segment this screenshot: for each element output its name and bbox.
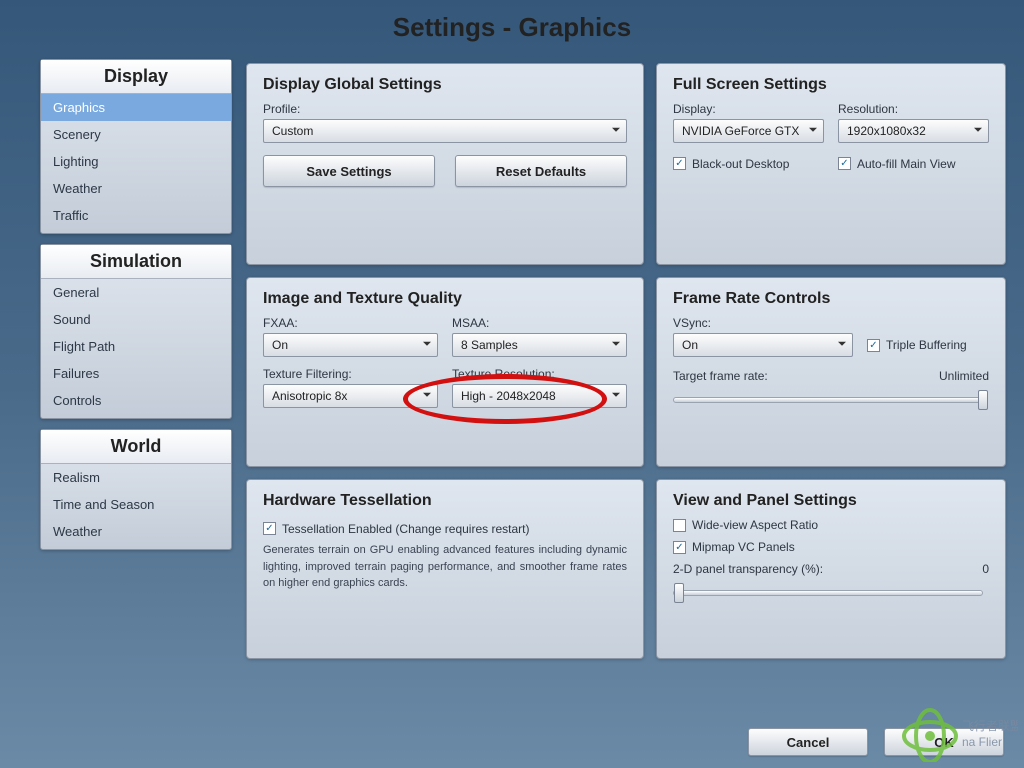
slider-thumb[interactable] [674,583,684,603]
checkmark-icon: ✓ [838,157,851,170]
autofill-label: Auto-fill Main View [857,157,955,171]
panel-title-image-quality: Image and Texture Quality [263,290,627,308]
msaa-value: 8 Samples [461,338,518,352]
dialog-footer: Cancel OK [748,728,1004,756]
texres-value: High - 2048x2048 [461,389,556,403]
texfilter-value: Anisotropic 8x [272,389,347,403]
sidebar-header-simulation: Simulation [41,245,231,279]
vsync-label: VSync: [673,316,989,330]
fxaa-select[interactable]: On [263,333,438,357]
target-framerate-label: Target frame rate: [673,369,768,383]
cancel-button[interactable]: Cancel [748,728,868,756]
texfilter-select[interactable]: Anisotropic 8x [263,384,438,408]
panel-title-global: Display Global Settings [263,76,627,94]
texfilter-label: Texture Filtering: [263,367,438,381]
panel-tessellation: Hardware Tessellation ✓ Tessellation Ena… [246,479,644,659]
sidebar-item-flight-path[interactable]: Flight Path [41,333,231,360]
panel-fullscreen: Full Screen Settings Display: NVIDIA GeF… [656,63,1006,265]
sidebar-item-lighting[interactable]: Lighting [41,148,231,175]
checkmark-icon: ✓ [673,541,686,554]
sidebar-item-realism[interactable]: Realism [41,464,231,491]
slider-track [673,590,983,596]
sidebar-item-weather[interactable]: Weather [41,175,231,202]
vsync-select[interactable]: On [673,333,853,357]
tessellation-label: Tessellation Enabled (Change requires re… [282,522,529,536]
panel-title-tessellation: Hardware Tessellation [263,492,627,510]
triple-label: Triple Buffering [886,338,967,352]
checkmark-icon: ✓ [867,339,880,352]
tessellation-description: Generates terrain on GPU enabling advanc… [263,542,627,592]
checkmark-icon: ✓ [263,522,276,535]
panel-title-fullscreen: Full Screen Settings [673,76,989,94]
transparency-slider[interactable] [673,584,989,602]
sidebar-item-failures[interactable]: Failures [41,360,231,387]
msaa-select[interactable]: 8 Samples [452,333,627,357]
sidebar-item-scenery[interactable]: Scenery [41,121,231,148]
panel-framerate: Frame Rate Controls VSync: On ✓ Triple B… [656,277,1006,467]
profile-value: Custom [272,124,313,138]
sidebar-item-traffic[interactable]: Traffic [41,202,231,233]
texres-label: Texture Resolution: [452,367,627,381]
wide-view-label: Wide-view Aspect Ratio [692,518,818,532]
fxaa-label: FXAA: [263,316,438,330]
settings-sidebar: Display Graphics Scenery Lighting Weathe… [40,59,232,659]
slider-thumb[interactable] [978,390,988,410]
transparency-value: 0 [982,562,989,576]
mipmap-checkbox[interactable]: ✓ Mipmap VC Panels [673,540,989,554]
sidebar-header-world: World [41,430,231,464]
triple-buffering-checkbox[interactable]: ✓ Triple Buffering [867,338,967,352]
sidebar-item-weather-world[interactable]: Weather [41,518,231,549]
sidebar-header-display: Display [41,60,231,94]
sidebar-item-sound[interactable]: Sound [41,306,231,333]
autofill-checkbox[interactable]: ✓ Auto-fill Main View [838,157,955,171]
reset-defaults-button[interactable]: Reset Defaults [455,155,627,187]
fxaa-value: On [272,338,288,352]
panel-display-global: Display Global Settings Profile: Custom … [246,63,644,265]
profile-label: Profile: [263,102,627,116]
transparency-label: 2-D panel transparency (%): [673,562,823,576]
blackout-label: Black-out Desktop [692,157,789,171]
checkbox-empty-icon [673,519,686,532]
wide-view-checkbox[interactable]: Wide-view Aspect Ratio [673,518,989,532]
mipmap-label: Mipmap VC Panels [692,540,795,554]
resolution-value: 1920x1080x32 [847,124,926,138]
slider-track [673,397,983,403]
save-settings-button[interactable]: Save Settings [263,155,435,187]
sidebar-item-general[interactable]: General [41,279,231,306]
sidebar-item-time-season[interactable]: Time and Season [41,491,231,518]
panel-view-settings: View and Panel Settings Wide-view Aspect… [656,479,1006,659]
sidebar-group-simulation: Simulation General Sound Flight Path Fai… [40,244,232,419]
ok-button[interactable]: OK [884,728,1004,756]
resolution-select[interactable]: 1920x1080x32 [838,119,989,143]
target-framerate-slider[interactable] [673,391,989,409]
page-title: Settings - Graphics [0,0,1024,51]
resolution-label: Resolution: [838,102,989,116]
texres-select[interactable]: High - 2048x2048 [452,384,627,408]
tessellation-checkbox[interactable]: ✓ Tessellation Enabled (Change requires … [263,522,529,536]
msaa-label: MSAA: [452,316,627,330]
vsync-value: On [682,338,698,352]
sidebar-item-graphics[interactable]: Graphics [41,94,231,121]
display-select[interactable]: NVIDIA GeForce GTX ! [673,119,824,143]
panel-image-quality: Image and Texture Quality FXAA: On MSAA:… [246,277,644,467]
sidebar-group-world: World Realism Time and Season Weather [40,429,232,550]
target-framerate-value: Unlimited [939,369,989,383]
panel-title-framerate: Frame Rate Controls [673,290,989,308]
checkmark-icon: ✓ [673,157,686,170]
panel-title-view: View and Panel Settings [673,492,989,510]
sidebar-item-controls[interactable]: Controls [41,387,231,418]
sidebar-group-display: Display Graphics Scenery Lighting Weathe… [40,59,232,234]
blackout-checkbox[interactable]: ✓ Black-out Desktop [673,157,789,171]
main-area: Display Global Settings Profile: Custom … [246,63,1006,659]
display-value: NVIDIA GeForce GTX ! [682,124,803,138]
display-label: Display: [673,102,824,116]
profile-select[interactable]: Custom [263,119,627,143]
